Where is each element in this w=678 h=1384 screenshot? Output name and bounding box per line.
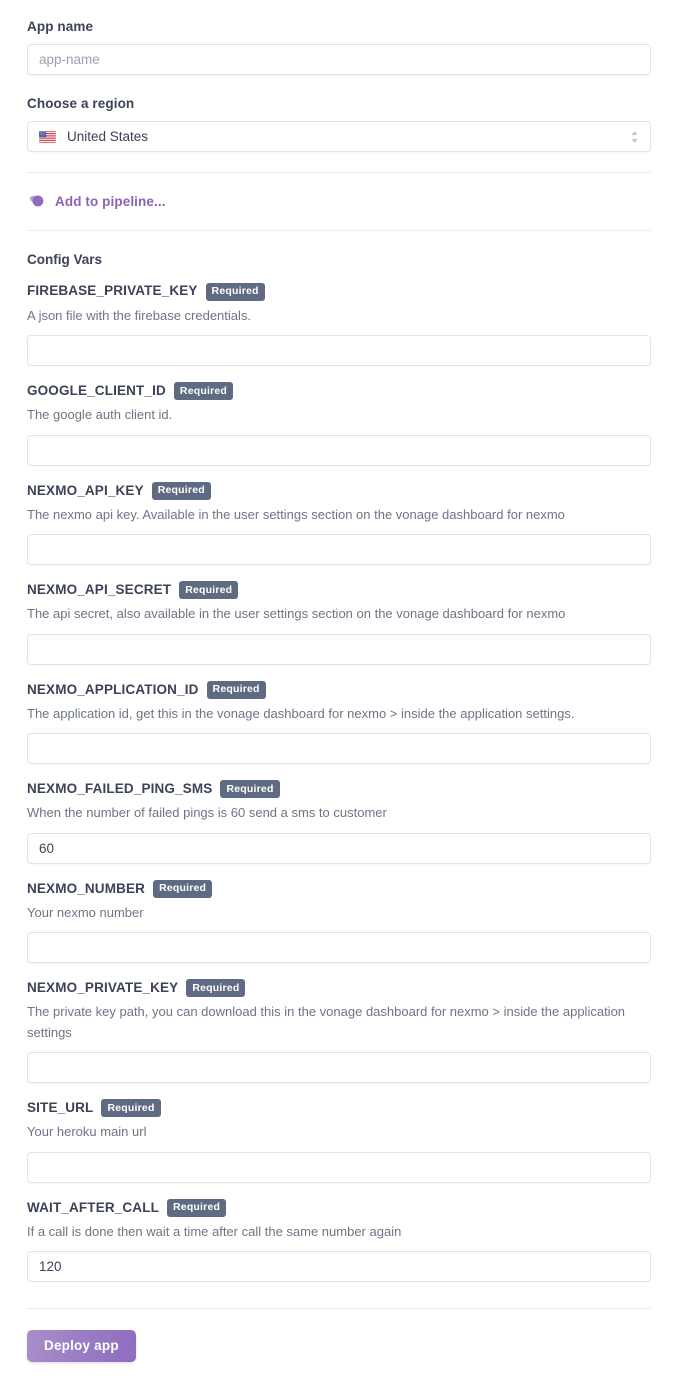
- deploy-form-page: App name Choose a region: [0, 0, 678, 1384]
- app-name-input[interactable]: [27, 44, 651, 76]
- config-var-description: The google auth client id.: [27, 407, 173, 423]
- config-var-name: SITE_URL: [27, 1100, 94, 1116]
- pipeline-stack-icon: [27, 192, 46, 211]
- config-var-description: The api secret, also available in the us…: [27, 606, 566, 622]
- config-var-name-row: NEXMO_API_SECRET Required: [27, 581, 651, 600]
- required-badge: Required: [173, 382, 234, 401]
- config-var-name-row: NEXMO_API_KEY Required: [27, 481, 651, 500]
- required-badge: Required: [206, 680, 266, 699]
- config-var-name: NEXMO_API_KEY: [27, 482, 144, 498]
- config-var-block: SITE_URL Required Your heroku main url: [27, 1099, 651, 1183]
- config-var-block: NEXMO_APPLICATION_ID Required The applicat…: [27, 680, 651, 765]
- config-var-name: WAIT_AFTER_CALL: [27, 1199, 159, 1215]
- config-var-name-row: NEXMO_PRIVATE_KEY Required: [27, 979, 651, 998]
- add-to-pipeline-label: Add to pipeline...: [55, 194, 166, 210]
- config-var-name: GOOGLE_CLIENT_ID: [27, 383, 166, 398]
- config-var-input[interactable]: [27, 733, 651, 765]
- config-var-input[interactable]: [27, 932, 651, 964]
- config-var-input[interactable]: [27, 832, 651, 864]
- config-var-description: Your heroku main url: [27, 1124, 147, 1140]
- config-var-name: NEXMO_APPLICATION_ID: [27, 681, 199, 697]
- add-to-pipeline-link[interactable]: Add to pipeline...: [27, 192, 166, 211]
- required-badge: Required: [153, 879, 213, 898]
- config-vars-heading: Config Vars: [27, 252, 103, 268]
- required-badge: Required: [179, 581, 239, 600]
- config-var-description: The application id, get this in the vona…: [27, 705, 575, 721]
- config-var-name: NEXMO_FAILED_PING_SMS: [27, 781, 213, 797]
- region-select-box[interactable]: United States: [27, 121, 651, 153]
- config-var-name-row: NEXMO_NUMBER Required: [27, 879, 651, 898]
- config-var-block: NEXMO_API_SECRET Required The api secret, …: [27, 581, 651, 665]
- config-var-name: NEXMO_API_SECRET: [27, 582, 172, 598]
- config-var-input[interactable]: [27, 534, 651, 566]
- config-var-description: The nexmo api key. Available in the user…: [27, 506, 565, 522]
- required-badge: Required: [220, 780, 280, 799]
- config-var-block: WAIT_AFTER_CALL Required If a call is done…: [27, 1198, 651, 1283]
- config-var-block: FIREBASE_PRIVATE_KEY Required A json file …: [27, 282, 651, 367]
- config-var-name-row: WAIT_AFTER_CALL Required: [27, 1198, 651, 1217]
- config-var-name-row: SITE_URL Required: [27, 1099, 651, 1118]
- region-label: Choose a region: [27, 96, 135, 112]
- config-var-input[interactable]: [27, 434, 651, 466]
- region-select[interactable]: United States: [27, 121, 651, 153]
- required-badge: Required: [186, 979, 246, 998]
- required-badge: Required: [101, 1099, 161, 1118]
- config-var-description: A json file with the firebase credential…: [27, 307, 252, 323]
- config-var-input[interactable]: [27, 335, 651, 367]
- config-var-input[interactable]: [27, 633, 651, 665]
- config-var-description: The private key path, you can download t…: [27, 1004, 626, 1040]
- config-var-name: FIREBASE_PRIVATE_KEY: [27, 283, 198, 299]
- config-var-description: When the number of failed pings is 60 se…: [27, 805, 387, 821]
- required-badge: Required: [205, 282, 265, 301]
- required-badge: Required: [151, 481, 211, 500]
- config-var-block: NEXMO_PRIVATE_KEY Required The private key…: [27, 979, 651, 1084]
- config-var-name-row: GOOGLE_CLIENT_ID Required: [27, 382, 651, 401]
- config-var-description: Your nexmo number: [27, 904, 144, 920]
- config-vars-list: FIREBASE_PRIVATE_KEY Required A json file …: [27, 282, 651, 1283]
- config-var-name: NEXMO_PRIVATE_KEY: [27, 980, 179, 996]
- app-name-label: App name: [27, 19, 94, 34]
- config-var-name-row: FIREBASE_PRIVATE_KEY Required: [27, 282, 651, 301]
- config-var-name-row: NEXMO_APPLICATION_ID Required: [27, 680, 651, 699]
- config-var-name-row: NEXMO_FAILED_PING_SMS Required: [27, 780, 651, 799]
- config-var-description: If a call is done then wait a time after…: [27, 1223, 402, 1239]
- config-var-input[interactable]: [27, 1151, 651, 1183]
- config-var-input[interactable]: [27, 1251, 651, 1283]
- config-var-block: NEXMO_API_KEY Required The nexmo api key. …: [27, 481, 651, 566]
- united-states-flag-icon: [39, 130, 56, 143]
- config-var-block: NEXMO_NUMBER Required Your nexmo number: [27, 879, 651, 964]
- deploy-app-button[interactable]: Deploy app: [27, 1330, 136, 1363]
- required-badge: Required: [167, 1198, 227, 1217]
- config-var-block: NEXMO_FAILED_PING_SMS Required When the nu…: [27, 780, 651, 864]
- config-var-block: GOOGLE_CLIENT_ID Required The google auth …: [27, 382, 651, 466]
- config-var-name: NEXMO_NUMBER: [27, 880, 146, 896]
- config-var-input[interactable]: [27, 1052, 651, 1084]
- region-selected-value: United States: [67, 129, 149, 145]
